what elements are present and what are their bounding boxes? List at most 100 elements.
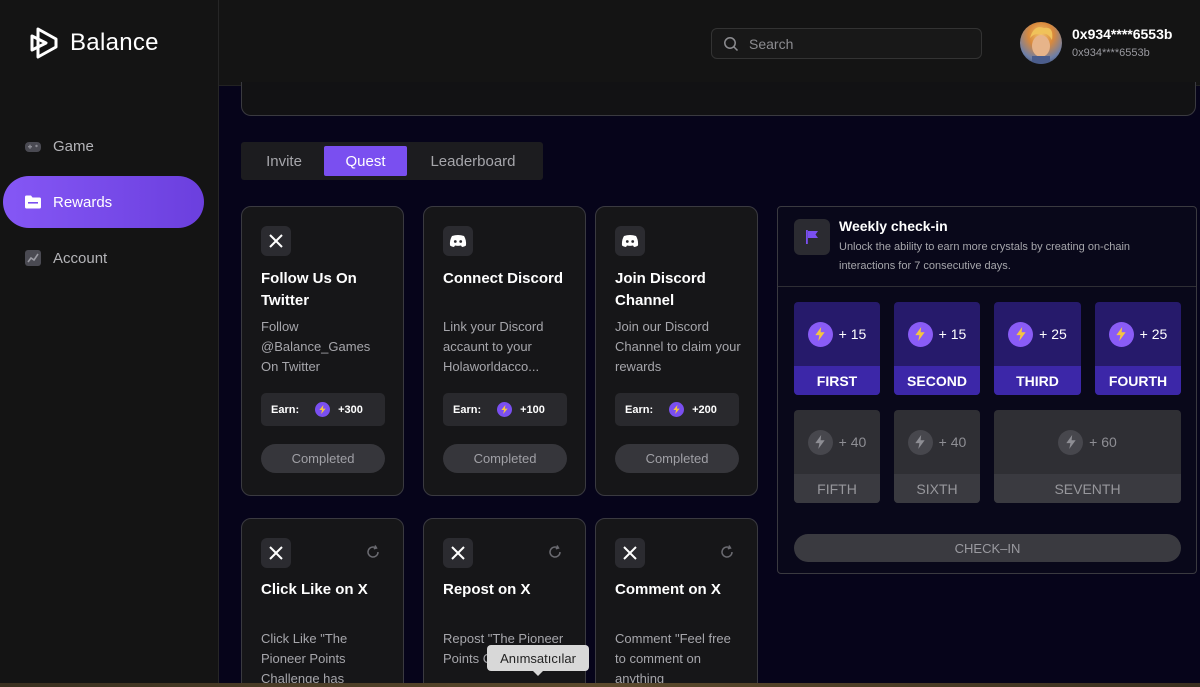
day-reward: + 25: [1139, 326, 1168, 342]
sidebar-item-label: Account: [53, 249, 108, 267]
quest-card[interactable]: Follow Us On Twitter Follow @Balance_Gam…: [241, 206, 404, 496]
rewards-tabs: Invite Quest Leaderboard: [241, 142, 543, 180]
refresh-icon[interactable]: [366, 545, 380, 559]
day-label: SEVENTH: [994, 474, 1181, 503]
refresh-icon[interactable]: [720, 545, 734, 559]
completed-button[interactable]: Completed: [443, 444, 567, 473]
tab-quest[interactable]: Quest: [324, 146, 407, 176]
day-reward: + 15: [938, 326, 967, 342]
lightning-icon: [907, 429, 933, 455]
day-label: SIXTH: [894, 474, 980, 503]
earn-box: Earn: +200: [615, 393, 739, 426]
earn-label: Earn:: [625, 403, 654, 416]
discord-icon: [615, 226, 645, 256]
lightning-icon: [1058, 429, 1084, 455]
day-label: THIRD: [994, 366, 1081, 395]
search-icon: [724, 36, 739, 51]
discord-icon: [443, 226, 473, 256]
day-reward: + 40: [838, 434, 867, 450]
earn-label: Earn:: [271, 403, 300, 416]
flag-icon: [794, 219, 830, 255]
quest-card[interactable]: Connect Discord Link your Discord accaun…: [423, 206, 586, 496]
day-label: SECOND: [894, 366, 980, 395]
chart-icon: [23, 249, 42, 268]
quest-card[interactable]: Click Like on X Click Like "The Pioneer …: [241, 518, 404, 687]
checkin-day[interactable]: + 40 SIXTH: [894, 410, 980, 503]
day-reward: + 40: [938, 434, 967, 450]
top-bar: 0x934****6553b 0x934****6553b: [219, 0, 1200, 86]
day-label: FIFTH: [794, 474, 880, 503]
lightning-icon: [1108, 321, 1134, 347]
completed-button[interactable]: Completed: [261, 444, 385, 473]
weekly-checkin-panel: Weekly check-in Unlock the ability to ea…: [777, 206, 1197, 574]
quest-title: Repost on X: [443, 581, 531, 598]
checkin-day[interactable]: + 25 FOURTH: [1095, 302, 1181, 395]
sidebar-item-game[interactable]: Game: [3, 120, 204, 172]
tab-invite[interactable]: Invite: [244, 146, 324, 176]
earn-value: +100: [520, 403, 545, 416]
completed-button[interactable]: Completed: [615, 444, 739, 473]
tab-leaderboard[interactable]: Leaderboard: [407, 146, 539, 176]
earn-value: +300: [338, 403, 363, 416]
checkin-day[interactable]: + 15 SECOND: [894, 302, 980, 395]
search-input[interactable]: [749, 35, 959, 52]
gamepad-icon: [23, 137, 42, 156]
quest-card[interactable]: Comment on X Comment "Feel free to comme…: [595, 518, 758, 687]
day-reward: + 15: [838, 326, 867, 342]
lightning-icon: [1008, 321, 1034, 347]
checkin-description: Unlock the ability to earn more crystals…: [839, 241, 1131, 272]
quest-title: Connect Discord: [443, 270, 564, 287]
taskbar-edge: [0, 683, 1200, 687]
sidebar-item-account[interactable]: Account: [3, 232, 204, 284]
quest-title: Join Discord Channel: [615, 270, 706, 309]
checkin-day[interactable]: + 15 FIRST: [794, 302, 880, 395]
quest-description: Follow @Balance_Games On Twitter: [261, 319, 371, 374]
previous-panel: [241, 82, 1196, 116]
earn-label: Earn:: [453, 403, 482, 416]
user-address: 0x934****6553b: [1072, 47, 1150, 59]
quest-description: Join our Discord Channel to claim your r…: [615, 319, 741, 374]
checkin-day[interactable]: + 60 SEVENTH: [994, 410, 1181, 503]
earn-box: Earn: +300: [261, 393, 385, 426]
refresh-icon[interactable]: [548, 545, 562, 559]
quest-card[interactable]: Join Discord Channel Join our Discord Ch…: [595, 206, 758, 496]
quest-description: Click Like "The Pioneer Points Challenge…: [261, 631, 348, 686]
avatar[interactable]: [1020, 22, 1062, 64]
x-icon: [443, 538, 473, 568]
day-label: FIRST: [794, 366, 880, 395]
day-label: FOURTH: [1095, 366, 1181, 395]
earn-box: Earn: +100: [443, 393, 567, 426]
checkin-day[interactable]: + 25 THIRD: [994, 302, 1081, 395]
crystal-icon: [315, 402, 331, 417]
sidebar-item-label: Rewards: [53, 193, 113, 211]
checkin-title: Weekly check-in: [839, 218, 948, 234]
lightning-icon: [807, 429, 833, 455]
x-icon: [261, 226, 291, 256]
crystal-icon: [669, 402, 685, 417]
quest-description: Comment "Feel free to comment on anythin…: [615, 631, 731, 686]
earn-value: +200: [692, 403, 717, 416]
user-name[interactable]: 0x934****6553b: [1072, 26, 1172, 42]
quest-title: Comment on X: [615, 581, 721, 598]
quest-description: Link your Discord accaunt to your Holawo…: [443, 319, 544, 374]
sidebar: Balance Game Rewards Account: [0, 0, 219, 687]
day-reward: + 60: [1089, 434, 1117, 450]
brand-name: Balance: [70, 29, 159, 56]
search-box[interactable]: [711, 28, 982, 59]
brand-logo[interactable]: Balance: [28, 25, 159, 61]
lightning-icon: [807, 321, 833, 347]
lightning-icon: [907, 321, 933, 347]
balance-logo-icon: [30, 27, 58, 59]
check-in-button[interactable]: CHECK–IN: [794, 534, 1181, 562]
tooltip: Anımsatıcılar: [487, 645, 589, 676]
x-icon: [261, 538, 291, 568]
quest-title: Click Like on X: [261, 581, 368, 598]
folder-icon: [23, 193, 42, 212]
checkin-day[interactable]: + 40 FIFTH: [794, 410, 880, 503]
x-icon: [615, 538, 645, 568]
checkin-header: Weekly check-in Unlock the ability to ea…: [778, 207, 1196, 287]
sidebar-item-rewards[interactable]: Rewards: [3, 176, 204, 228]
crystal-icon: [497, 402, 513, 417]
sidebar-item-label: Game: [53, 137, 94, 155]
day-reward: + 25: [1039, 326, 1067, 342]
